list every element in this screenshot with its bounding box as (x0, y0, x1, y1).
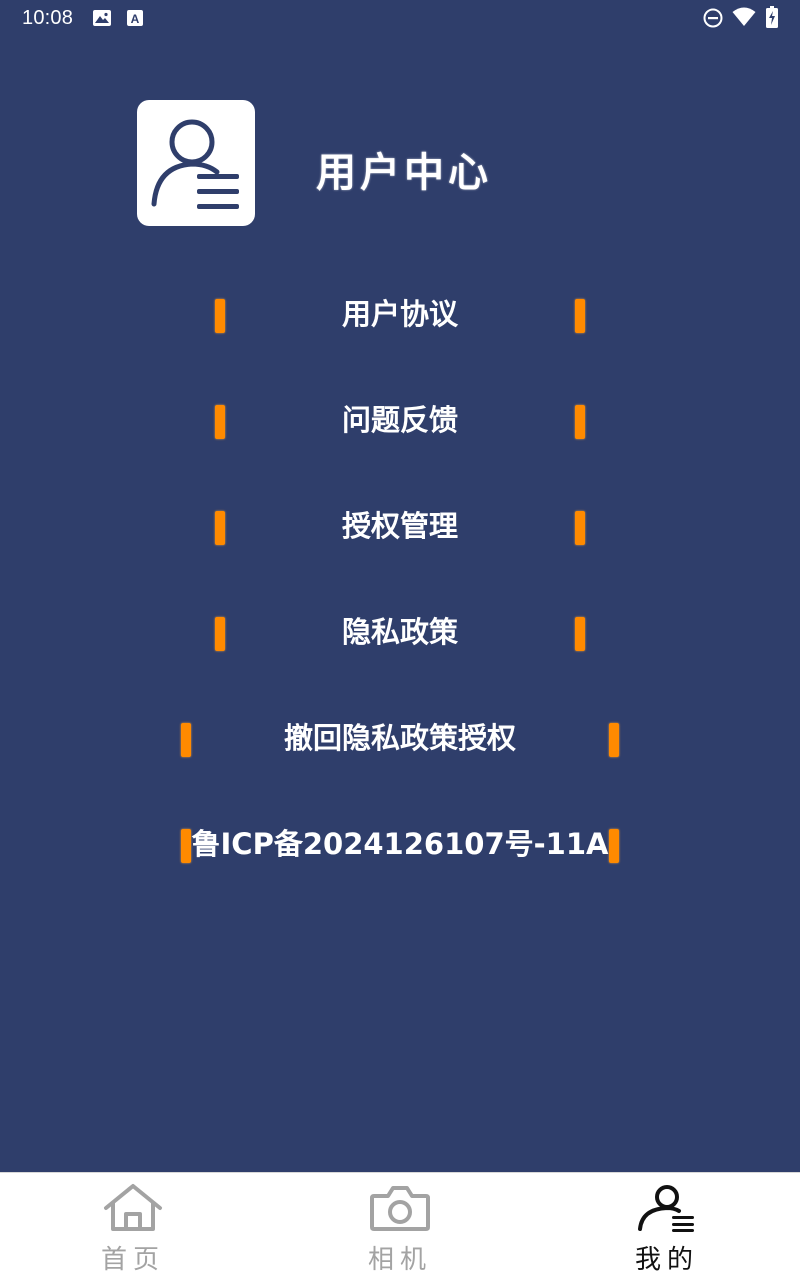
menu-right-bar (575, 405, 585, 439)
dnd-icon (703, 8, 723, 28)
menu-item-label: 撤回隐私政策授权 (283, 721, 516, 755)
user-list-icon (151, 119, 239, 209)
nav-home-label: 首页 (100, 1245, 165, 1275)
menu-item-feedback[interactable]: 问题反馈 (0, 390, 800, 450)
nav-camera[interactable]: 相机 (267, 1173, 533, 1280)
battery-icon (766, 6, 778, 28)
menu-item-label: 鲁ICP备2024126107号-11A (191, 827, 609, 861)
menu-item-label: 授权管理 (341, 509, 458, 543)
bottom-nav: 首页 相机 我的 (0, 1172, 800, 1280)
menu-item-user-agreement[interactable]: 用户协议 (0, 284, 800, 344)
menu-item-privacy-policy[interactable]: 隐私政策 (0, 602, 800, 662)
wifi-icon (732, 7, 756, 26)
camera-icon (370, 1186, 430, 1231)
font-a-icon: A (127, 10, 143, 26)
menu-right-bar (609, 829, 619, 863)
menu-item-label: 隐私政策 (341, 615, 458, 649)
menu-item-label: 问题反馈 (341, 403, 458, 437)
menu-right-bar (575, 617, 585, 651)
nav-me-label: 我的 (634, 1245, 699, 1275)
menu-item-label: 用户协议 (341, 297, 458, 331)
menu-item-permission-management[interactable]: 授权管理 (0, 496, 800, 556)
page-title: 用户中心 (316, 150, 492, 196)
menu-right-bar (575, 511, 585, 545)
user-icon (638, 1185, 694, 1232)
status-time: 10:08 (22, 7, 74, 29)
status-bar: 10:08 A (0, 0, 800, 36)
svg-text:A: A (131, 12, 140, 26)
menu-item-revoke-privacy[interactable]: 撤回隐私政策授权 (0, 708, 800, 768)
nav-camera-label: 相机 (367, 1245, 432, 1275)
menu-right-bar (575, 299, 585, 333)
nav-me[interactable]: 我的 (534, 1173, 800, 1280)
menu-right-bar (609, 723, 619, 757)
menu-item-icp-record[interactable]: 鲁ICP备2024126107号-11A (0, 814, 800, 874)
home-icon (104, 1184, 162, 1231)
nav-home[interactable]: 首页 (0, 1173, 266, 1280)
image-icon (93, 10, 111, 26)
header-logo (137, 100, 255, 226)
